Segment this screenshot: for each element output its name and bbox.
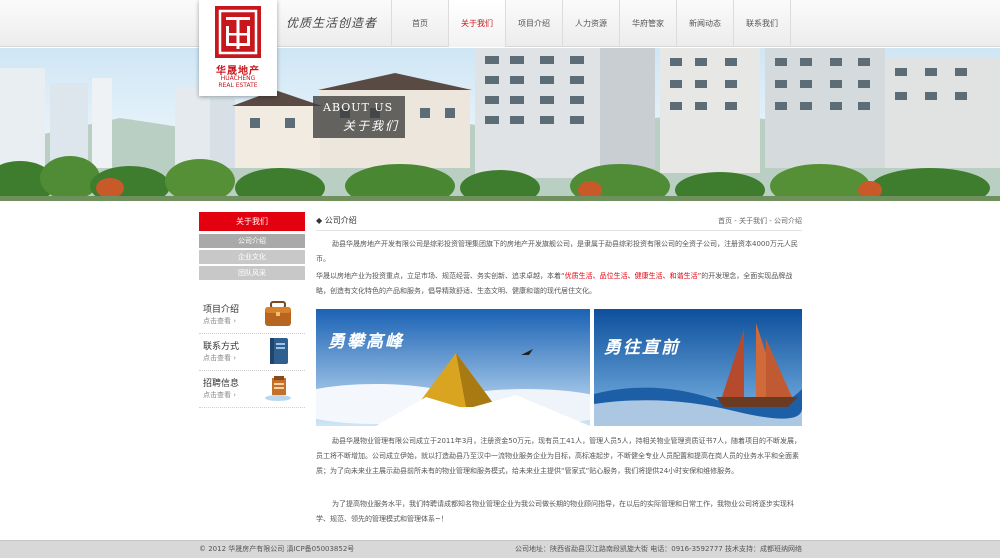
cityscape-illustration (0, 48, 1000, 201)
image-caption-1: 勇攀高峰 (328, 332, 404, 352)
card-more-link[interactable]: 点击查看 › (203, 316, 236, 326)
section-title: ◆ 公司介绍 (316, 215, 357, 226)
nav-human-resources[interactable]: 人力资源 (562, 0, 619, 47)
image-pyramid: 勇攀高峰 (316, 309, 590, 426)
copyright: © 2012 华晟房产有限公司 滇ICP备05003852号 (199, 545, 355, 553)
sidebar-item-company-intro[interactable]: 公司介绍 (199, 234, 305, 248)
sidebar-item-team[interactable]: 团队风采 (199, 266, 305, 280)
about-title-en: ABOUT US (323, 101, 394, 114)
card-title: 项目介绍 (203, 305, 240, 315)
bullet-icon: ◆ (316, 216, 325, 225)
contact-info: 公司地址：陕西省勐县汉江路南段凯旋大街 电话：0916-3592777 技术支持… (515, 545, 802, 553)
nav-projects[interactable]: 项目介绍 (505, 0, 562, 47)
image-sailboat: 勇往直前 (594, 309, 802, 426)
header-bar: 优质生活创造者 首页 关于我们 项目介绍 人力资源 华府管家 新闻动态 联系我们 (0, 0, 1000, 47)
hero-banner: ABOUT US 关于我们 (0, 48, 1000, 201)
card-title: 联系方式 (203, 342, 240, 352)
nav-contact[interactable]: 联系我们 (733, 0, 791, 47)
card-title: 招聘信息 (203, 379, 240, 389)
intro-paragraph-2: 华晟以房地产业为投资重点，立足市场、规范经营、务实创新、追求卓越，本着“优质生活… (316, 269, 802, 299)
property-paragraph: 勐县华晟物业管理有限公司成立于2011年3月，注册资金50万元，现有员工41人，… (316, 437, 801, 475)
sidebar-title: 关于我们 (199, 212, 305, 231)
nav-home[interactable]: 首页 (391, 0, 448, 47)
card-more-link[interactable]: 点击查看 › (203, 390, 236, 400)
breadcrumb[interactable]: 首页 - 关于我们 - 公司介绍 (718, 216, 802, 226)
company-logo[interactable]: 华晟地产 HUACHENG REAL ESTATE (199, 0, 277, 96)
nav-news[interactable]: 新闻动态 (676, 0, 733, 47)
briefcase-icon (265, 301, 291, 326)
nav-about-us[interactable]: 关于我们 (448, 0, 505, 47)
sidebar-card-recruitment[interactable]: 招聘信息 点击查看 › (199, 372, 305, 408)
about-title-cn: 关于我们 (343, 119, 400, 133)
nav-steward[interactable]: 华府管家 (619, 0, 676, 47)
logo-en-line1: HUACHENG (220, 75, 256, 82)
image-caption-2: 勇往直前 (604, 338, 680, 358)
document-icon (265, 376, 291, 401)
sidebar-card-projects[interactable]: 项目介绍 点击查看 › (199, 298, 305, 334)
main-nav: 首页 关于我们 项目介绍 人力资源 华府管家 新闻动态 联系我们 (391, 0, 791, 47)
section-title-text: 公司介绍 (324, 216, 357, 225)
sailboat-illustration (594, 309, 802, 426)
sidebar-item-culture[interactable]: 企业文化 (199, 250, 305, 264)
about-us-overlay: ABOUT US 关于我们 (313, 96, 405, 138)
logo-en-line2: REAL ESTATE (218, 82, 258, 89)
content-header: ◆ 公司介绍 首页 - 关于我们 - 公司介绍 (316, 213, 802, 231)
slogan: 优质生活创造者 (286, 16, 378, 30)
book-icon (270, 338, 288, 364)
logo-text-en: HUACHENG REAL ESTATE (199, 75, 277, 89)
footer: © 2012 华晟房产有限公司 滇ICP备05003852号 公司地址：陕西省勐… (0, 540, 1000, 558)
p2-highlight: “优质生活、品位生活、健康生活、和谐生活” (561, 272, 702, 280)
card-more-link[interactable]: 点击查看 › (203, 353, 236, 363)
service-paragraph: 为了提高物业服务水平，我们特聘请成都知名物业管理企业为我公司做长期的物业顾问指导… (316, 500, 794, 523)
p2-before: 华晟以房地产业为投资重点，立足市场、规范经营、务实创新、追求卓越，本着 (316, 272, 561, 280)
sidebar-card-contact[interactable]: 联系方式 点击查看 › (199, 335, 305, 371)
logo-mark-icon (215, 6, 261, 58)
intro-paragraph-1: 勐县华晟房地产开发有限公司是综彩投资管理集团旗下的房地产开发旗舰公司，是隶属于勐… (316, 240, 798, 263)
